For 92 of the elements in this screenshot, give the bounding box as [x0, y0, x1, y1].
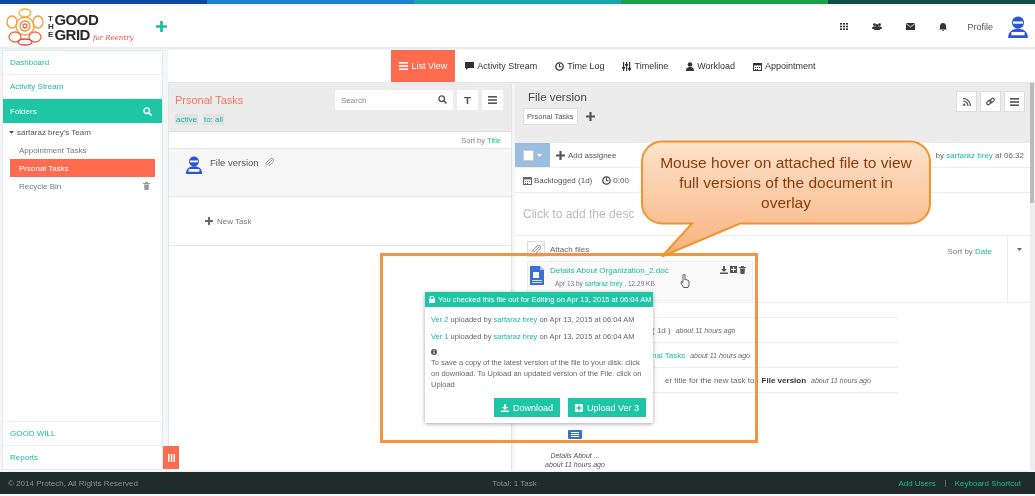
plus-icon	[205, 217, 213, 225]
apps-grid-icon[interactable]	[840, 23, 849, 30]
team-label[interactable]: sarfaraz brey's Team	[17, 127, 91, 137]
folder-item[interactable]: Recycle Bin	[10, 177, 155, 195]
caret-down-icon[interactable]	[9, 129, 14, 135]
users-icon[interactable]	[872, 23, 883, 30]
search-field[interactable]: Search	[335, 90, 453, 110]
description-placeholder[interactable]: Click to add the desc	[523, 207, 635, 221]
upload-button[interactable]: Upload Ver 3	[566, 397, 647, 418]
footer-link[interactable]: Add Users	[898, 478, 936, 488]
user-icon	[686, 61, 695, 71]
sidebar-toggle-button[interactable]	[163, 446, 179, 469]
avatar-icon	[185, 156, 203, 174]
task-row[interactable]: File version	[169, 149, 511, 197]
filter-tag[interactable]: to: all	[202, 114, 225, 125]
view-tab[interactable]: Time Log	[547, 50, 613, 82]
lock-icon	[429, 296, 435, 303]
add-assignee-button[interactable]: Add assignee	[556, 150, 617, 160]
activity-text: er title for the new task to File version	[665, 375, 807, 385]
sliders-icon	[622, 61, 632, 71]
plus-icon	[556, 150, 565, 160]
clock-icon	[555, 61, 565, 71]
menu-button[interactable]	[482, 90, 503, 110]
search-icon	[438, 95, 447, 104]
document-icon	[530, 266, 544, 285]
filter-tag[interactable]: active	[175, 114, 198, 125]
columns-icon	[167, 453, 175, 462]
sidebar-link[interactable]: Reports	[3, 445, 162, 469]
view-tab[interactable]: Activity Stream	[457, 50, 546, 82]
callout-text: Mouse hover on attached file to view full versions of the document in overlay	[659, 152, 913, 213]
created-by-text: by sarfaraz brey at 06:32	[935, 150, 1024, 160]
download-icon[interactable]	[720, 266, 728, 274]
calendar-icon	[523, 175, 532, 185]
link-icon	[986, 97, 995, 106]
footer-link[interactable]: Keyboard Shortcut	[954, 478, 1021, 488]
status-label[interactable]: Backlogged (1d)	[523, 175, 593, 185]
sort-label: Sort by	[947, 247, 974, 256]
rss-icon	[962, 97, 971, 106]
sidebar-link[interactable]: Dashboard	[3, 51, 162, 75]
rss-button[interactable]	[956, 91, 977, 112]
trash-icon[interactable]	[739, 266, 746, 274]
list-icon	[399, 62, 409, 70]
activity-link[interactable]: nal Tasks	[652, 350, 686, 360]
hand-cursor-icon	[680, 274, 691, 288]
menu-button[interactable]	[1004, 91, 1025, 112]
download-icon	[500, 403, 509, 412]
filter-button[interactable]	[457, 90, 478, 110]
search-icon	[143, 106, 152, 116]
plus-square-icon[interactable]	[730, 266, 737, 273]
profile-link[interactable]: Profile	[967, 21, 993, 32]
folder-item[interactable]: Appointment Tasks	[10, 141, 155, 159]
logo-text: GRID	[54, 26, 90, 42]
link-button[interactable]	[980, 91, 1001, 112]
scrollbar-thumb[interactable]	[1030, 83, 1034, 203]
view-tab[interactable]: Timeline	[614, 50, 677, 82]
avatar-icon[interactable]	[1007, 15, 1029, 38]
paperclip-icon	[531, 244, 541, 254]
info-icon	[431, 349, 437, 355]
select-all-checkbox[interactable]	[523, 149, 534, 161]
download-button[interactable]: Download	[492, 397, 561, 418]
plus-square-icon	[574, 403, 583, 412]
clock-icon	[602, 175, 612, 185]
filter-icon	[464, 96, 471, 104]
caret-down-icon	[537, 153, 542, 157]
list-title: Prsonal Tasks	[175, 94, 245, 106]
add-tag-icon[interactable]	[585, 112, 595, 121]
logo-text: THE	[48, 14, 53, 39]
caret-down-icon[interactable]	[1016, 248, 1022, 251]
list-icon	[1010, 97, 1019, 106]
sort-link[interactable]: Date	[975, 247, 992, 256]
chat-icon	[465, 62, 475, 70]
logo-text: GOOD	[54, 11, 100, 27]
copyright-text: © 2014 Protech, All Rights Reserved	[8, 478, 139, 488]
file-name-link[interactable]: Details About Organization_2.doc	[550, 266, 669, 275]
list-icon	[488, 96, 497, 104]
view-tab[interactable]: Appointment	[745, 50, 824, 82]
user-link[interactable]: sarfaraz brey	[946, 150, 993, 160]
bell-icon[interactable]	[939, 22, 948, 31]
flower-logo-icon	[5, 7, 45, 46]
folder-item[interactable]: Prsonal Tasks	[10, 159, 155, 177]
new-task-button[interactable]: New Task	[169, 197, 511, 246]
task-title: File version	[210, 157, 259, 168]
task-total: Total: 1 Task	[492, 478, 537, 488]
time-label[interactable]: 0:00	[602, 175, 629, 185]
view-tab[interactable]: List View	[391, 50, 456, 82]
sidebar-link[interactable]: GOOD WILL	[3, 421, 162, 445]
mail-icon[interactable]	[906, 23, 916, 30]
task-title: File version	[528, 91, 587, 103]
view-tab[interactable]: Workload	[678, 50, 744, 82]
folders-title: Folders	[10, 106, 37, 116]
document-icon	[568, 430, 582, 439]
calendar-icon	[753, 61, 763, 71]
